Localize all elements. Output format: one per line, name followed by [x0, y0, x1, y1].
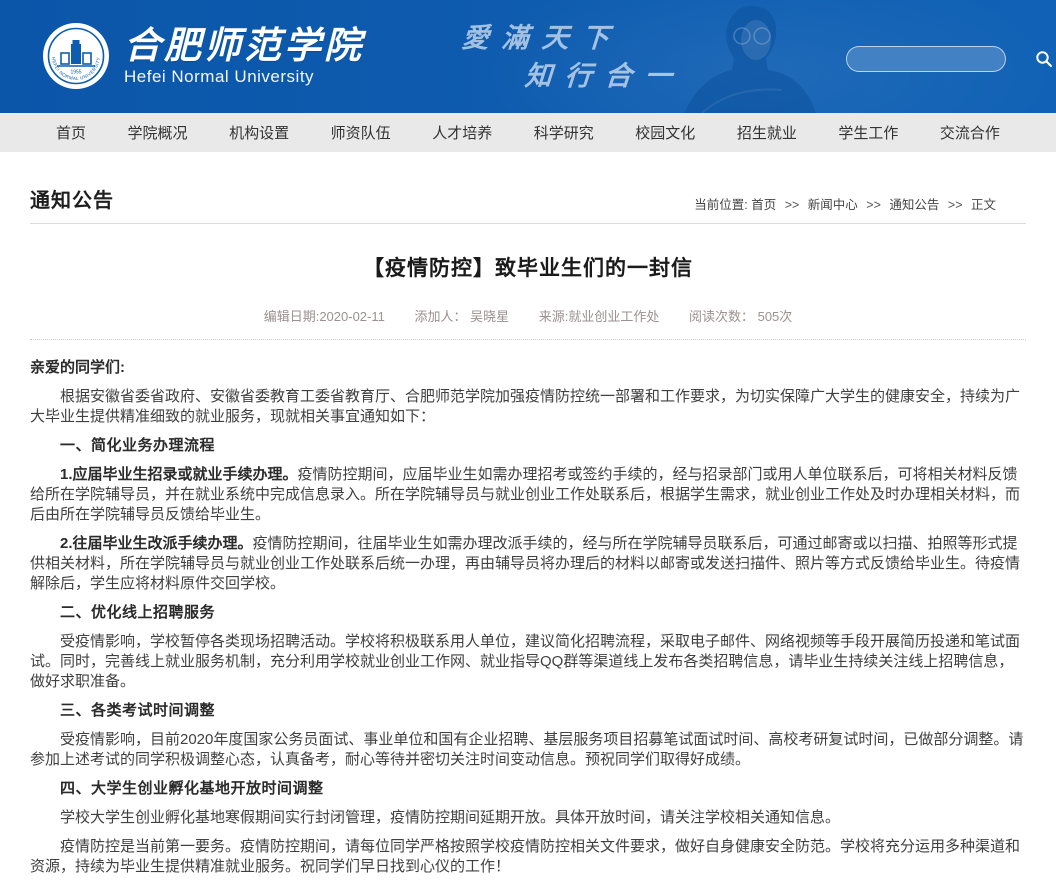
- breadcrumb-separator: >>: [948, 198, 963, 212]
- breadcrumb-separator: >>: [785, 198, 800, 212]
- breadcrumb-home[interactable]: 首页: [751, 198, 776, 212]
- breadcrumb-notices[interactable]: 通知公告: [889, 198, 939, 212]
- motto-line-2: 知行合一: [524, 54, 687, 93]
- article-paragraph: 疫情防控是当前第一要务。疫情防控期间，请每位同学严格按照学校疫情防控相关文件要求…: [30, 837, 1026, 877]
- meta-source: 来源:就业创业工作处: [539, 309, 660, 324]
- nav-item-education[interactable]: 人才培养: [428, 122, 496, 143]
- section-title: 通知公告: [30, 184, 114, 213]
- article-paragraph: 根据安徽省委省政府、安徽省委教育工委省教育厅、合肥师范学院加强疫情防控统一部署和…: [30, 387, 1026, 427]
- section-head: 通知公告 当前位置: 首页 >> 新闻中心 >> 通知公告 >> 正文: [30, 184, 1026, 213]
- nav-item-research[interactable]: 科学研究: [530, 122, 598, 143]
- article-section-heading-4: 四、大学生创业孵化基地开放时间调整: [30, 779, 1026, 799]
- section-divider: [30, 223, 1026, 224]
- breadcrumb-current: 正文: [971, 198, 996, 212]
- meta-author: 添加人： 吴晓星: [414, 309, 509, 324]
- meta-divider: [30, 339, 1026, 340]
- university-name-zh: 合肥师范学院: [124, 25, 364, 65]
- nav-item-departments[interactable]: 机构设置: [225, 122, 293, 143]
- search-button[interactable]: [1035, 49, 1053, 69]
- breadcrumb: 当前位置: 首页 >> 新闻中心 >> 通知公告 >> 正文: [694, 194, 1026, 213]
- article-paragraph: 1.应届毕业生招录或就业手续办理。疫情防控期间，应届毕业生如需办理招考或签约手续…: [30, 465, 1026, 525]
- search-box[interactable]: [846, 46, 1006, 72]
- search-icon: [1035, 50, 1053, 68]
- site-header: 1955 HEFEI NORMAL UNIVERSITY 合肥师范学院 Hefe…: [0, 0, 1056, 113]
- university-name-en: Hefei Normal University: [124, 67, 364, 87]
- nav-item-admissions[interactable]: 招生就业: [733, 122, 801, 143]
- breadcrumb-separator: >>: [866, 198, 881, 212]
- tao-xingzhi-statue-image: [662, 0, 834, 113]
- breadcrumb-label: 当前位置:: [694, 198, 747, 212]
- nav-item-campus[interactable]: 校园文化: [631, 122, 699, 143]
- article-paragraph: 2.往届毕业生改派手续办理。疫情防控期间，往届毕业生如需办理改派手续的，经与所在…: [30, 534, 1026, 594]
- article-body: 亲爱的同学们: 根据安徽省委省政府、安徽省委教育工委省教育厅、合肥师范学院加强疫…: [30, 358, 1026, 877]
- search-input[interactable]: [859, 49, 1035, 69]
- motto-line-1: 愛滿天下: [461, 16, 624, 55]
- article-meta: 编辑日期:2020-02-11 添加人： 吴晓星 来源:就业创业工作处 阅读次数…: [30, 306, 1026, 325]
- article-title: 【疫情防控】致毕业生们的一封信: [30, 252, 1026, 282]
- nav-item-faculty[interactable]: 师资队伍: [327, 122, 395, 143]
- main-nav: 首页 学院概况 机构设置 师资队伍 人才培养 科学研究 校园文化 招生就业 学生…: [0, 113, 1056, 152]
- article-paragraph: 学校大学生创业孵化基地寒假期间实行封闭管理，疫情防控期间延期开放。具体开放时间，…: [30, 808, 1026, 828]
- nav-item-home[interactable]: 首页: [52, 122, 90, 143]
- university-logo-group[interactable]: 1955 HEFEI NORMAL UNIVERSITY 合肥师范学院 Hefe…: [42, 22, 364, 90]
- article-greeting: 亲爱的同学们:: [30, 358, 1026, 378]
- meta-edit-date: 编辑日期:2020-02-11: [264, 309, 385, 324]
- article-section-heading-3: 三、各类考试时间调整: [30, 701, 1026, 721]
- nav-item-students[interactable]: 学生工作: [834, 122, 902, 143]
- svg-text:1955: 1955: [70, 70, 81, 76]
- article-section-heading-2: 二、优化线上招聘服务: [30, 603, 1026, 623]
- breadcrumb-news-center[interactable]: 新闻中心: [808, 198, 858, 212]
- article-paragraph: 受疫情影响，目前2020年度国家公务员面试、事业单位和国有企业招聘、基层服务项目…: [30, 730, 1026, 770]
- meta-read-count: 阅读次数： 505次: [689, 309, 792, 324]
- nav-item-cooperation[interactable]: 交流合作: [936, 122, 1004, 143]
- nav-item-overview[interactable]: 学院概况: [124, 122, 192, 143]
- university-wordmark: 合肥师范学院 Hefei Normal University: [124, 25, 364, 87]
- university-seal-icon: 1955 HEFEI NORMAL UNIVERSITY: [42, 22, 110, 90]
- article-paragraph: 受疫情影响，学校暂停各类现场招聘活动。学校将积极联系用人单位，建议简化招聘流程，…: [30, 632, 1026, 692]
- article-section-heading-1: 一、简化业务办理流程: [30, 436, 1026, 456]
- main-content: 通知公告 当前位置: 首页 >> 新闻中心 >> 通知公告 >> 正文 【疫情防…: [0, 184, 1056, 877]
